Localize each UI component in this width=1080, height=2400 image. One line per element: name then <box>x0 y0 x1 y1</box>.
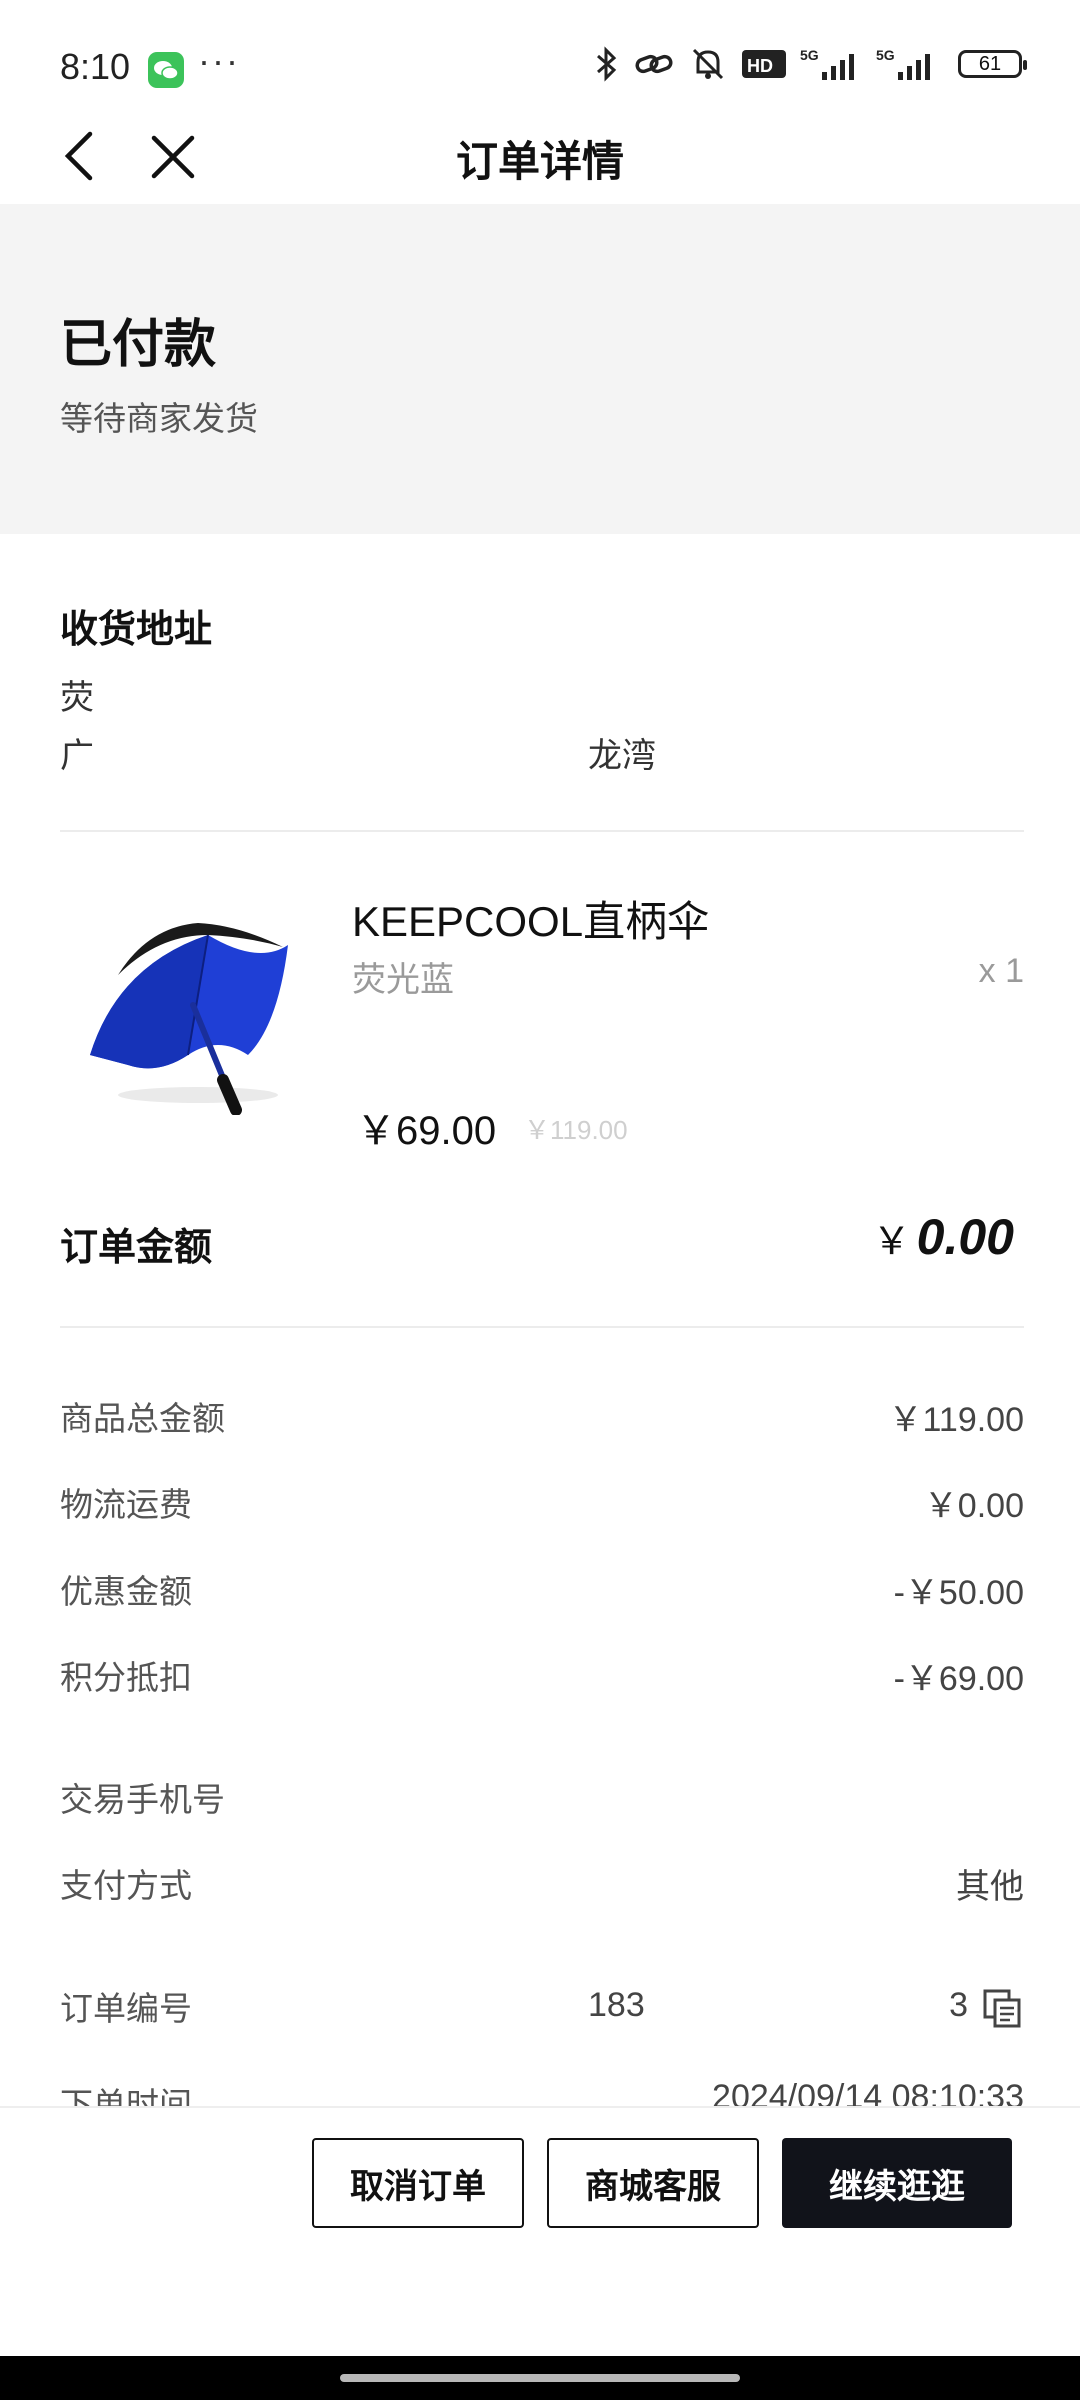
address-line-start: 广 <box>60 737 94 775</box>
address-line-end: 龙湾 <box>588 737 656 775</box>
detail-value-goods-total: ￥119.00 <box>888 1401 1024 1439</box>
detail-value-shipping: ￥0.00 <box>923 1487 1024 1525</box>
svg-text:5G: 5G <box>876 47 895 63</box>
status-time: 8:10 <box>60 46 131 87</box>
detail-label-goods-total: 商品总金额 <box>60 1400 225 1437</box>
wechat-icon <box>148 52 184 88</box>
detail-value-payment: 其他 <box>956 1868 1024 1906</box>
address-title: 收货地址 <box>60 609 213 651</box>
hd-icon: HD <box>742 48 786 80</box>
order-amount-value: ￥ 0.00 <box>873 1208 1014 1266</box>
detail-value-discount: -￥50.00 <box>893 1574 1024 1612</box>
product-name[interactable]: KEEPCOOL直柄伞 <box>352 888 709 949</box>
order-status-subtitle: 等待商家发货 <box>60 400 258 437</box>
order-status-title: 已付款 <box>60 316 217 374</box>
order-number-end: 3 <box>949 1986 968 2024</box>
order-amount-number: 0.00 <box>916 1209 1014 1265</box>
address-recipient: 荧 <box>60 679 94 717</box>
currency-symbol: ￥ <box>872 1221 911 1263</box>
signal-icon: 5G <box>800 46 862 82</box>
order-number-start: 183 <box>588 1986 645 2024</box>
divider <box>60 830 1024 832</box>
detail-label-shipping: 物流运费 <box>60 1486 192 1523</box>
detail-label-payment: 支付方式 <box>60 1867 192 1904</box>
copy-icon[interactable] <box>982 1988 1022 2028</box>
divider <box>60 1326 1024 1328</box>
product-original-price: ￥119.00 <box>524 1115 628 1145</box>
status-icons: HD 5G 5G 61 <box>592 46 1027 82</box>
link-icon <box>634 49 674 79</box>
product-image[interactable] <box>78 905 298 1116</box>
page-title: 订单详情 <box>455 138 624 185</box>
cancel-order-button[interactable]: 取消订单 <box>312 2138 524 2228</box>
detail-value-points: -￥69.00 <box>893 1660 1024 1698</box>
signal-icon: 5G <box>876 46 938 82</box>
order-amount-label: 订单金额 <box>60 1227 213 1269</box>
detail-label-phone: 交易手机号 <box>60 1781 225 1818</box>
svg-text:HD: HD <box>747 56 773 76</box>
continue-shopping-button[interactable]: 继续逛逛 <box>782 2138 1012 2228</box>
detail-label-discount: 优惠金额 <box>60 1573 192 1610</box>
product-price: ￥69.00 <box>356 1109 497 1153</box>
detail-label-points: 积分抵扣 <box>60 1659 192 1696</box>
customer-service-button[interactable]: 商城客服 <box>547 2138 759 2228</box>
more-notifications-icon: ··· <box>198 40 240 81</box>
detail-label-order-number: 订单编号 <box>60 1990 192 2027</box>
home-indicator[interactable] <box>340 2374 740 2382</box>
bluetooth-icon <box>592 46 620 82</box>
product-variant: 荧光蓝 <box>352 961 454 999</box>
svg-text:5G: 5G <box>800 47 819 63</box>
battery-icon: 61 <box>958 50 1027 78</box>
mute-icon <box>688 46 728 82</box>
product-quantity: x 1 <box>978 952 1024 990</box>
